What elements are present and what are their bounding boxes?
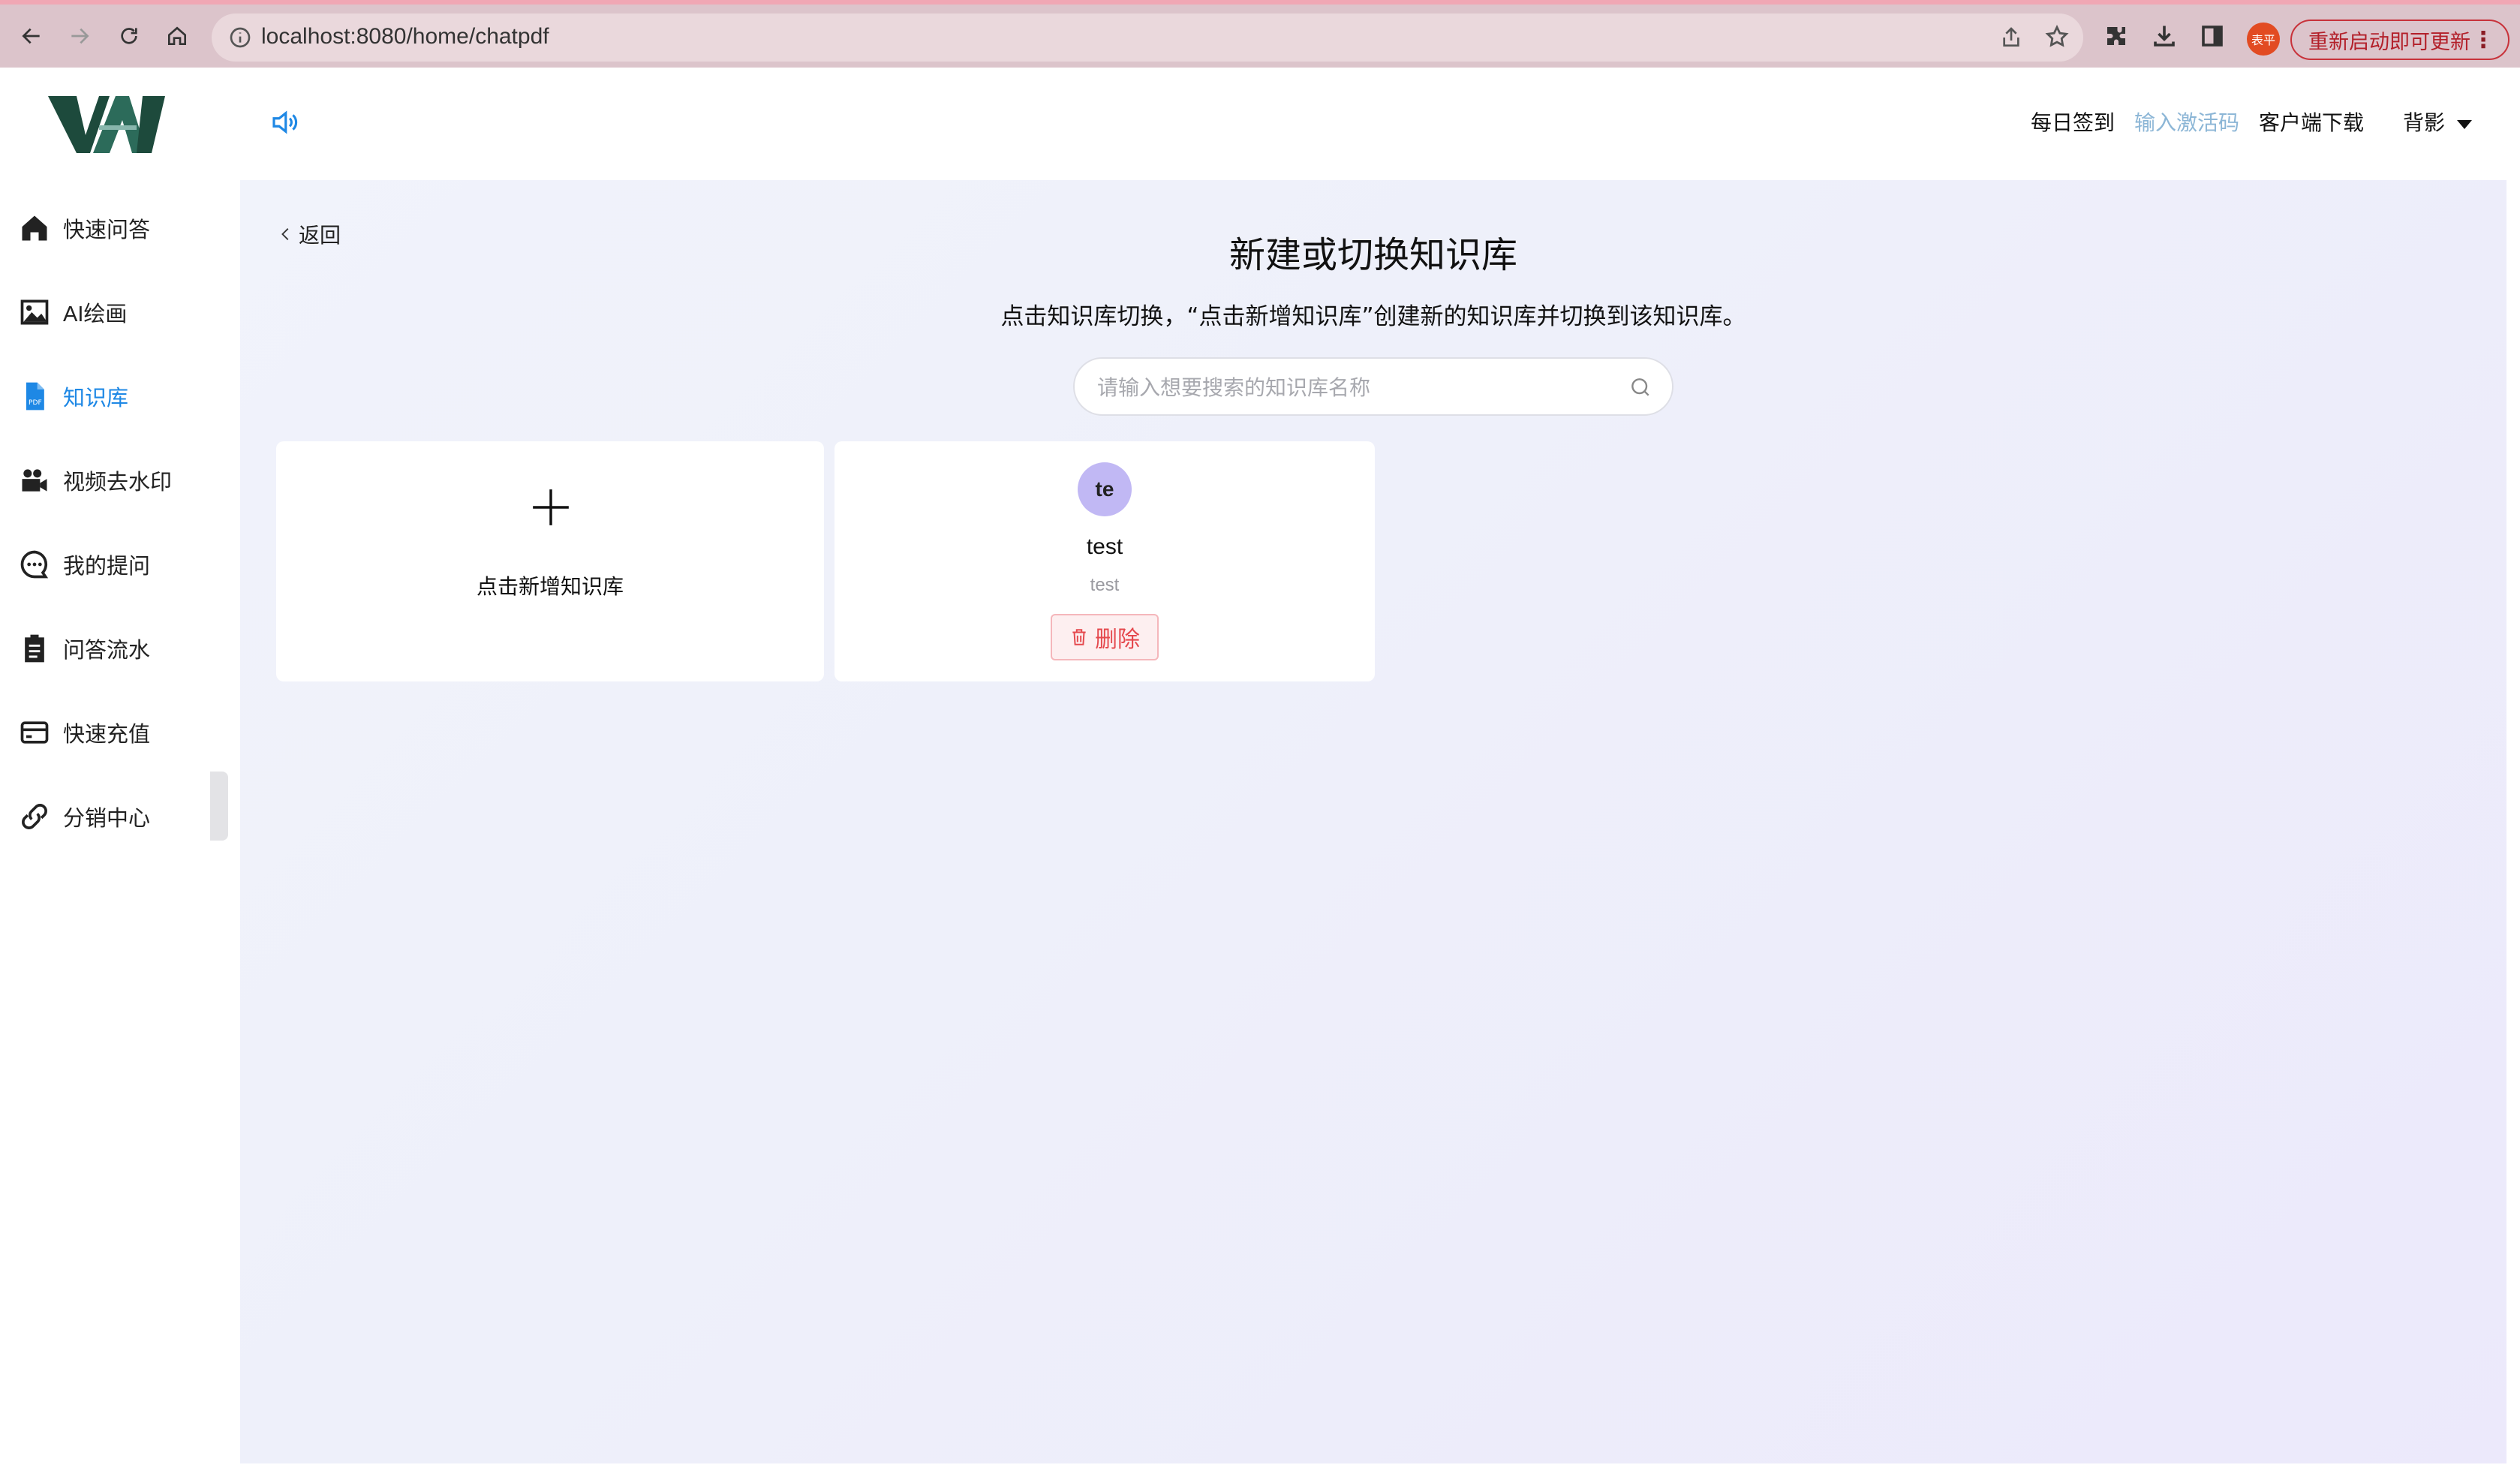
- address-bar[interactable]: localhost:8080/home/chatpdf: [212, 14, 2083, 62]
- search-input[interactable]: [1096, 369, 1609, 405]
- more-vertical-icon[interactable]: ⋮: [2472, 27, 2494, 53]
- image-icon: [20, 299, 49, 325]
- forward-arrow-icon[interactable]: [65, 21, 95, 51]
- clipboard-icon: [25, 634, 44, 663]
- sidebar-item-label: AI绘画: [63, 302, 128, 326]
- browser-toolbar: localhost:8080/home/chatpdf 表平 重新启动即可更新 …: [0, 0, 2520, 68]
- delete-label: 删除: [1095, 627, 1140, 653]
- reload-icon[interactable]: [114, 21, 144, 51]
- profile-avatar[interactable]: 表平: [2247, 23, 2280, 56]
- share-icon[interactable]: [1999, 26, 2023, 50]
- page-subtitle: 点击知识库切换，“点击新增知识库”创建新的知识库并切换到该知识库。: [1000, 303, 1746, 330]
- add-knowledge-base-label: 点击新增知识库: [476, 574, 624, 599]
- sidebar-item-label: 我的提问: [63, 555, 151, 579]
- site-info-icon[interactable]: [228, 26, 252, 50]
- trash-icon: [1072, 629, 1086, 645]
- knowledge-base-description: test: [1090, 575, 1120, 595]
- knowledge-base-search: [1073, 357, 1673, 416]
- sidebar-item-my-questions[interactable]: 我的提问: [18, 542, 198, 587]
- app-logo: [48, 96, 165, 153]
- sidebar-item-video-watermark[interactable]: 视频去水印: [18, 458, 198, 503]
- share-link-icon: [22, 804, 47, 829]
- home-icon: [22, 215, 47, 241]
- header-bar: 每日签到 输入激活码 客户端下载 背影: [240, 81, 2506, 167]
- header-links: 每日签到 输入激活码 客户端下载 背影: [2011, 107, 2472, 137]
- search-icon[interactable]: [1628, 375, 1652, 399]
- download-icon[interactable]: [2151, 23, 2178, 50]
- chat-bubble-icon: [20, 550, 49, 579]
- pdf-file-icon: PDF: [26, 382, 44, 411]
- sidebar-collapse-handle[interactable]: [210, 772, 228, 841]
- side-panel-icon[interactable]: [2199, 23, 2226, 50]
- sidebar-item-label: 快速充值: [63, 723, 151, 747]
- activation-code-link[interactable]: 输入激活码: [2134, 107, 2239, 137]
- sidebar-item-recharge[interactable]: 快速充值: [18, 710, 198, 755]
- sidebar-item-label: 视频去水印: [63, 471, 173, 495]
- sidebar-item-label: 分销中心: [63, 807, 151, 831]
- sidebar: 快速问答 AI绘画 PDF 知识库 视频去水印 我的提问 问答流水 快速充值 分…: [0, 68, 210, 1477]
- user-menu[interactable]: 背影: [2383, 107, 2472, 137]
- back-arrow-icon[interactable]: [17, 21, 47, 51]
- knowledge-base-avatar: te: [1078, 462, 1132, 516]
- client-download-link[interactable]: 客户端下载: [2259, 107, 2364, 137]
- sidebar-item-ai-drawing[interactable]: AI绘画: [18, 290, 198, 335]
- extensions-puzzle-icon[interactable]: [2103, 23, 2130, 50]
- delete-button[interactable]: 删除: [1051, 614, 1159, 660]
- update-label: 重新启动即可更新: [2308, 30, 2470, 53]
- sidebar-item-label: 知识库: [63, 387, 129, 411]
- daily-checkin-link[interactable]: 每日签到: [2031, 107, 2115, 137]
- knowledge-base-card[interactable]: te test test 删除: [834, 441, 1375, 681]
- main-content: 返回 新建或切换知识库 点击知识库切换，“点击新增知识库”创建新的知识库并切换到…: [240, 180, 2506, 1463]
- knowledge-base-name: test: [1086, 534, 1123, 559]
- video-camera-icon: [22, 469, 47, 492]
- svg-text:PDF: PDF: [29, 399, 42, 407]
- credit-card-icon: [20, 721, 49, 744]
- home-icon[interactable]: [162, 21, 192, 51]
- sidebar-item-distribution[interactable]: 分销中心: [18, 794, 198, 839]
- speaker-icon[interactable]: [269, 107, 300, 138]
- sidebar-item-label: 快速问答: [63, 218, 151, 242]
- bookmark-star-icon[interactable]: [2044, 24, 2070, 50]
- url-text[interactable]: localhost:8080/home/chatpdf: [261, 24, 549, 50]
- user-name: 背影: [2402, 111, 2445, 134]
- add-knowledge-base-card[interactable]: 点击新增知识库: [276, 441, 824, 681]
- sidebar-item-qa-history[interactable]: 问答流水: [18, 626, 198, 671]
- sidebar-item-quick-qa[interactable]: 快速问答: [18, 206, 198, 251]
- sidebar-item-knowledge-base[interactable]: PDF 知识库: [18, 374, 198, 419]
- restart-update-button[interactable]: 重新启动即可更新 ⋮: [2290, 20, 2509, 60]
- page-title: 新建或切换知识库: [1228, 234, 1517, 276]
- sidebar-item-label: 问答流水: [63, 639, 151, 663]
- caret-down-icon: [2457, 119, 2472, 129]
- plus-icon: [533, 489, 569, 525]
